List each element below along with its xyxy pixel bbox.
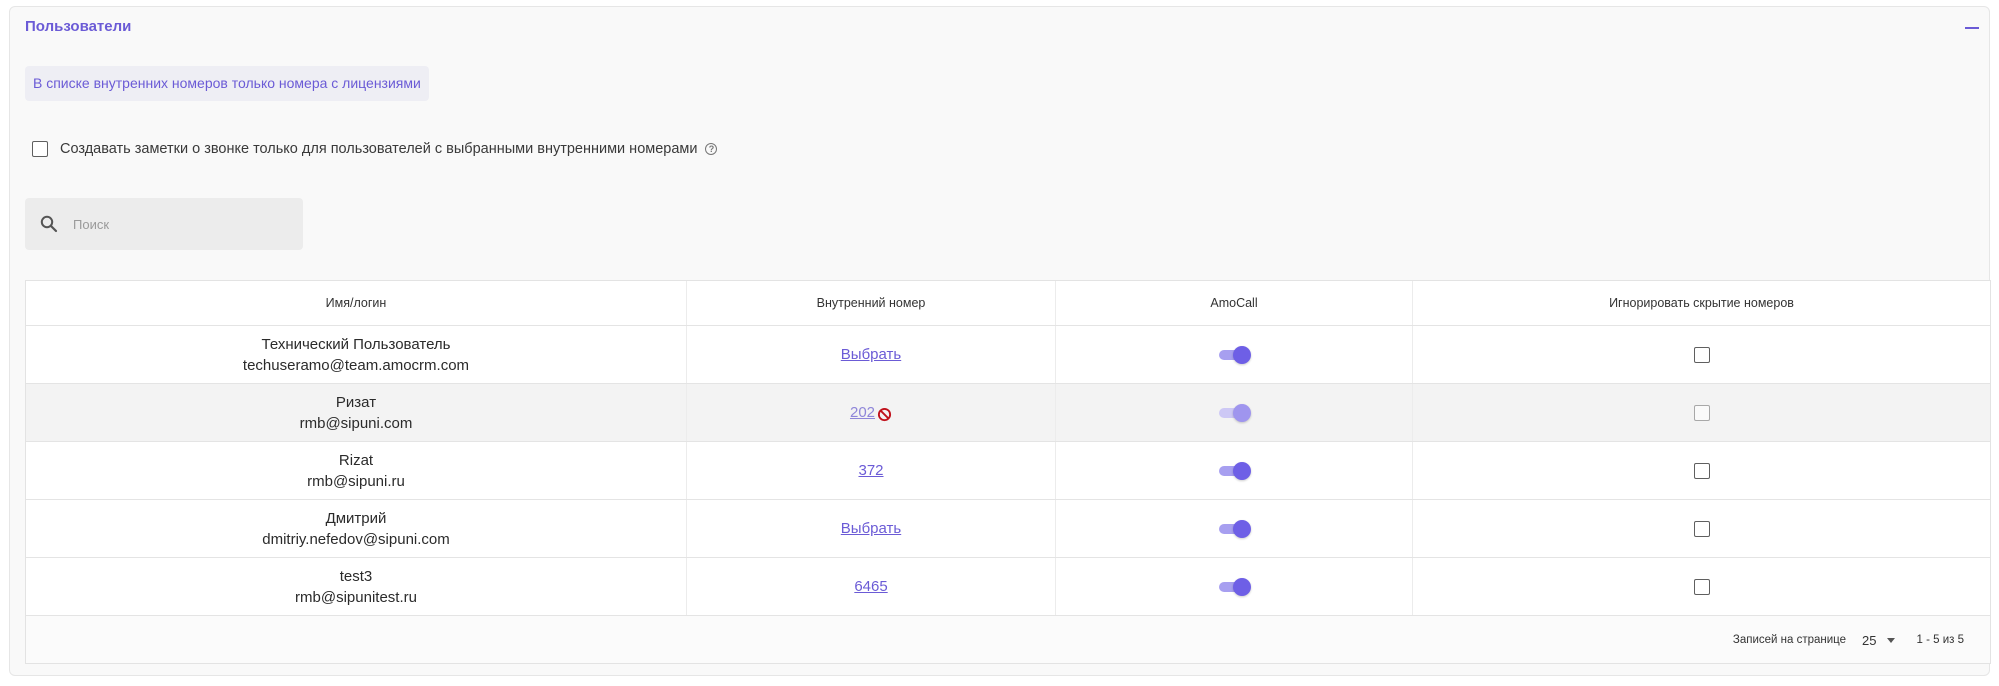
table-row: Дмитрий dmitriy.nefedov@sipuni.com Выбра… — [26, 500, 1990, 558]
amocall-cell — [1056, 558, 1413, 615]
table-header: Имя/логин Внутренний номер AmoCall Игнор… — [26, 281, 1990, 326]
ignore-hidden-cell — [1413, 558, 1990, 615]
user-email: techuseramo@team.amocrm.com — [242, 356, 470, 374]
pagination-bar: Записей на странице 25 1 - 5 из 5 — [26, 617, 1990, 663]
search-icon — [40, 215, 58, 233]
user-cell: Ризат rmb@sipuni.com — [26, 384, 687, 441]
help-icon[interactable]: ? — [705, 143, 718, 155]
extension-cell: 202 — [687, 384, 1056, 441]
blocked-icon — [877, 407, 892, 422]
column-header-label: Внутренний номер — [816, 296, 926, 310]
user-name: Дмитрий — [325, 509, 387, 527]
column-header-extension: Внутренний номер — [687, 281, 1056, 325]
search-input[interactable] — [71, 215, 295, 233]
user-cell: Rizat rmb@sipuni.ru — [26, 442, 687, 499]
amocall-toggle[interactable] — [1217, 577, 1251, 597]
user-cell: test3 rmb@sipunitest.ru — [26, 558, 687, 615]
table-row: Rizat rmb@sipuni.ru 372 — [26, 442, 1990, 500]
amocall-cell — [1056, 442, 1413, 499]
notes-checkbox[interactable] — [32, 141, 48, 157]
pagination-range: 1 - 5 из 5 — [1916, 634, 1965, 646]
amocall-toggle[interactable] — [1217, 519, 1251, 539]
extension-link[interactable]: 202 — [850, 404, 875, 421]
amocall-toggle[interactable] — [1217, 345, 1251, 365]
chevron-down-icon[interactable] — [1886, 637, 1895, 643]
user-email: rmb@sipuni.ru — [307, 472, 405, 490]
per-page-select[interactable]: 25 — [1862, 633, 1876, 648]
user-name: test3 — [339, 567, 373, 585]
ignore-hidden-cell — [1413, 500, 1990, 557]
user-email: rmb@sipuni.com — [299, 414, 413, 432]
amocall-cell — [1056, 500, 1413, 557]
column-header-amocall: AmoCall — [1056, 281, 1413, 325]
user-email: dmitriy.nefedov@sipuni.com — [262, 530, 450, 548]
panel-title: Пользователи — [25, 18, 132, 35]
ignore-hidden-cell — [1413, 326, 1990, 383]
ignore-hidden-checkbox[interactable] — [1693, 346, 1710, 363]
user-name: Rizat — [338, 451, 374, 469]
column-header-name: Имя/логин — [26, 281, 687, 325]
user-name: Ризат — [335, 393, 377, 411]
table-row: Ризат rmb@sipuni.com 202 — [26, 384, 1990, 442]
ignore-hidden-checkbox[interactable] — [1693, 404, 1710, 421]
search-box[interactable] — [25, 198, 303, 250]
extension-cell: Выбрать — [687, 500, 1056, 557]
extension-select-link[interactable]: Выбрать — [841, 346, 901, 363]
user-cell: Технический Пользователь techuseramo@tea… — [26, 326, 687, 383]
amocall-cell — [1056, 384, 1413, 441]
extension-link[interactable]: 372 — [858, 462, 883, 479]
column-header-ignore-hidden: Игнорировать скрытие номеров — [1413, 281, 1990, 325]
extension-select-link[interactable]: Выбрать — [841, 520, 901, 537]
extension-link[interactable]: 6465 — [854, 578, 887, 595]
table-row: Технический Пользователь techuseramo@tea… — [26, 326, 1990, 384]
table-row: test3 rmb@sipunitest.ru 6465 — [26, 558, 1990, 616]
user-cell: Дмитрий dmitriy.nefedov@sipuni.com — [26, 500, 687, 557]
license-info-chip: В списке внутренних номеров только номер… — [25, 66, 429, 101]
column-header-label: Игнорировать скрытие номеров — [1609, 296, 1794, 310]
users-table: Имя/логин Внутренний номер AmoCall Игнор… — [25, 280, 1991, 664]
amocall-cell — [1056, 326, 1413, 383]
amocall-toggle[interactable] — [1217, 461, 1251, 481]
ignore-hidden-checkbox[interactable] — [1693, 520, 1710, 537]
column-header-label: AmoCall — [1210, 296, 1258, 310]
users-panel: Пользователи В списке внутренних номеров… — [9, 6, 1991, 676]
amocall-toggle[interactable] — [1217, 403, 1251, 423]
ignore-hidden-cell — [1413, 442, 1990, 499]
per-page-label: Записей на странице — [1732, 634, 1847, 646]
user-name: Технический Пользователь — [261, 335, 451, 353]
notes-option-row: Создавать заметки о звонке только для по… — [32, 139, 718, 159]
collapse-icon[interactable] — [1965, 27, 1979, 29]
column-header-label: Имя/логин — [325, 296, 387, 310]
extension-cell: Выбрать — [687, 326, 1056, 383]
extension-cell: 6465 — [687, 558, 1056, 615]
ignore-hidden-cell — [1413, 384, 1990, 441]
notes-checkbox-label[interactable]: Создавать заметки о звонке только для по… — [60, 141, 697, 157]
user-email: rmb@sipunitest.ru — [295, 588, 417, 606]
ignore-hidden-checkbox[interactable] — [1693, 578, 1710, 595]
extension-cell: 372 — [687, 442, 1056, 499]
ignore-hidden-checkbox[interactable] — [1693, 462, 1710, 479]
